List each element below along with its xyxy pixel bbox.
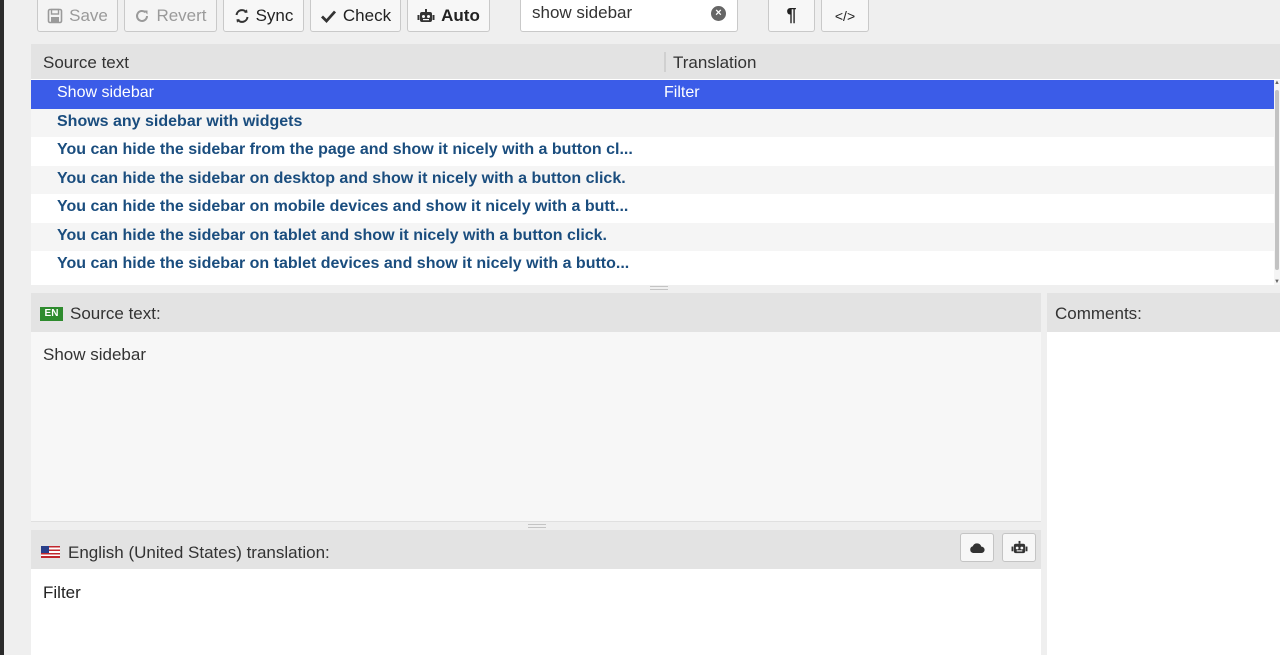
toolbar: Save Revert Sync Check Auto × ¶ </> [4,0,1280,40]
machine-translate-button[interactable] [1002,533,1036,562]
revert-button[interactable]: Revert [124,0,217,32]
column-header-translation[interactable]: Translation [673,53,756,73]
sync-button-label: Sync [255,5,294,25]
show-code-button[interactable]: </> [821,0,869,32]
search-input[interactable] [521,0,701,30]
scrollbar-thumb[interactable] [1275,90,1279,270]
auto-button-label: Auto [441,5,480,25]
save-button-label: Save [69,5,108,25]
translation-pane-title: English (United States) translation: [68,543,330,562]
revert-button-label: Revert [156,5,207,25]
list-splitter-handle[interactable] [650,286,668,290]
table-row[interactable]: You can hide the sidebar on mobile devic… [31,194,1274,223]
table-row[interactable]: You can hide the sidebar on tablet devic… [31,251,1274,280]
list-header: Source text Translation [31,44,1280,79]
sync-icon [235,8,249,23]
code-icon: </> [834,7,856,24]
translation-editor[interactable]: Filter [31,569,1041,655]
comments-pane-title: Comments: [1055,304,1142,323]
comments-area[interactable] [1047,332,1280,655]
language-badge: EN [40,307,63,321]
check-button[interactable]: Check [310,0,401,32]
comments-pane-header: Comments: [1047,293,1280,332]
source-text-area[interactable]: Show sidebar [31,332,1041,522]
cloud-icon [970,542,985,553]
column-divider[interactable] [664,52,666,72]
robot-icon [1011,540,1027,554]
row-source: You can hide the sidebar on tablet devic… [57,255,630,272]
source-text: Show sidebar [43,345,147,364]
save-button[interactable]: Save [37,0,118,32]
table-row[interactable]: Show sidebar Filter [31,80,1274,109]
row-translation: Filter [664,84,700,101]
column-header-source[interactable]: Source text [43,53,129,73]
show-whitespace-button[interactable]: ¶ [768,0,815,32]
table-row[interactable]: You can hide the sidebar on tablet and s… [31,222,1274,251]
table-row[interactable]: You can hide the sidebar from the page a… [31,137,1274,166]
table-row[interactable]: You can hide the sidebar on desktop and … [31,165,1274,194]
string-list: Source text Translation Show sidebar Fil… [31,44,1280,285]
robot-icon [417,8,435,22]
check-button-label: Check [342,5,392,25]
save-icon [47,8,63,23]
row-source: You can hide the sidebar on desktop and … [57,169,626,187]
checkmark-icon [320,10,336,23]
scroll-up-icon[interactable]: ▲ [1274,80,1280,86]
search-box: × [520,0,738,32]
translation-text: Filter [43,583,81,602]
us-flag-icon [41,546,60,558]
scroll-down-icon[interactable]: ▼ [1274,279,1280,285]
list-rows: Show sidebar Filter Shows any sidebar wi… [31,80,1274,280]
row-source: You can hide the sidebar from the page a… [57,141,633,158]
row-source: Show sidebar [57,84,154,101]
source-pane-header: EN Source text: [31,293,1041,332]
table-row[interactable]: Shows any sidebar with widgets [31,108,1274,137]
translation-pane-header: English (United States) translation: [31,530,1041,569]
revert-icon [136,9,149,22]
row-source: You can hide the sidebar on mobile devic… [57,198,629,215]
row-source: Shows any sidebar with widgets [57,112,303,130]
source-pane-title: Source text: [70,304,161,323]
auto-translate-button[interactable]: Auto [407,0,490,32]
poedit-window: Save Revert Sync Check Auto × ¶ </> [4,0,1280,655]
cloud-button[interactable] [960,533,994,562]
row-source: You can hide the sidebar on tablet and s… [57,226,607,244]
editor-splitter-handle[interactable] [528,524,546,528]
pilcrow-icon: ¶ [786,5,797,25]
sync-button[interactable]: Sync [223,0,304,32]
clear-search-icon[interactable]: × [711,6,726,21]
list-scrollbar[interactable]: ▲ ▼ [1274,80,1280,285]
